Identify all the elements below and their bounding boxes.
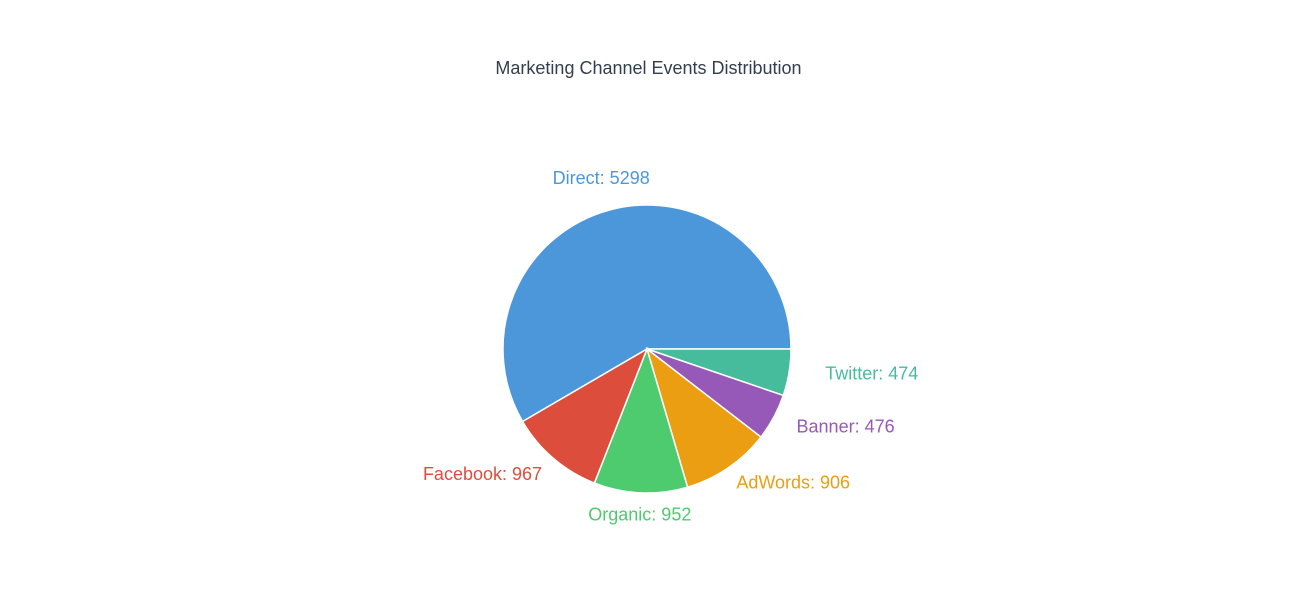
pie-chart: Direct: 5298 Twitter: 474 Banner: 476 AdWor… bbox=[423, 168, 918, 524]
slice-label-twitter: Twitter: 474 bbox=[825, 364, 918, 384]
slice-label-facebook: Facebook: 967 bbox=[423, 464, 542, 484]
slice-label-organic: Organic: 952 bbox=[588, 504, 691, 524]
slice-label-banner: Banner: 476 bbox=[797, 417, 895, 437]
chart-container: Marketing Channel Events Distribution Di… bbox=[0, 0, 1297, 597]
slice-label-direct: Direct: 5298 bbox=[553, 168, 650, 188]
pie-slices bbox=[502, 204, 792, 494]
slice-label-adwords: AdWords: 906 bbox=[736, 473, 850, 493]
